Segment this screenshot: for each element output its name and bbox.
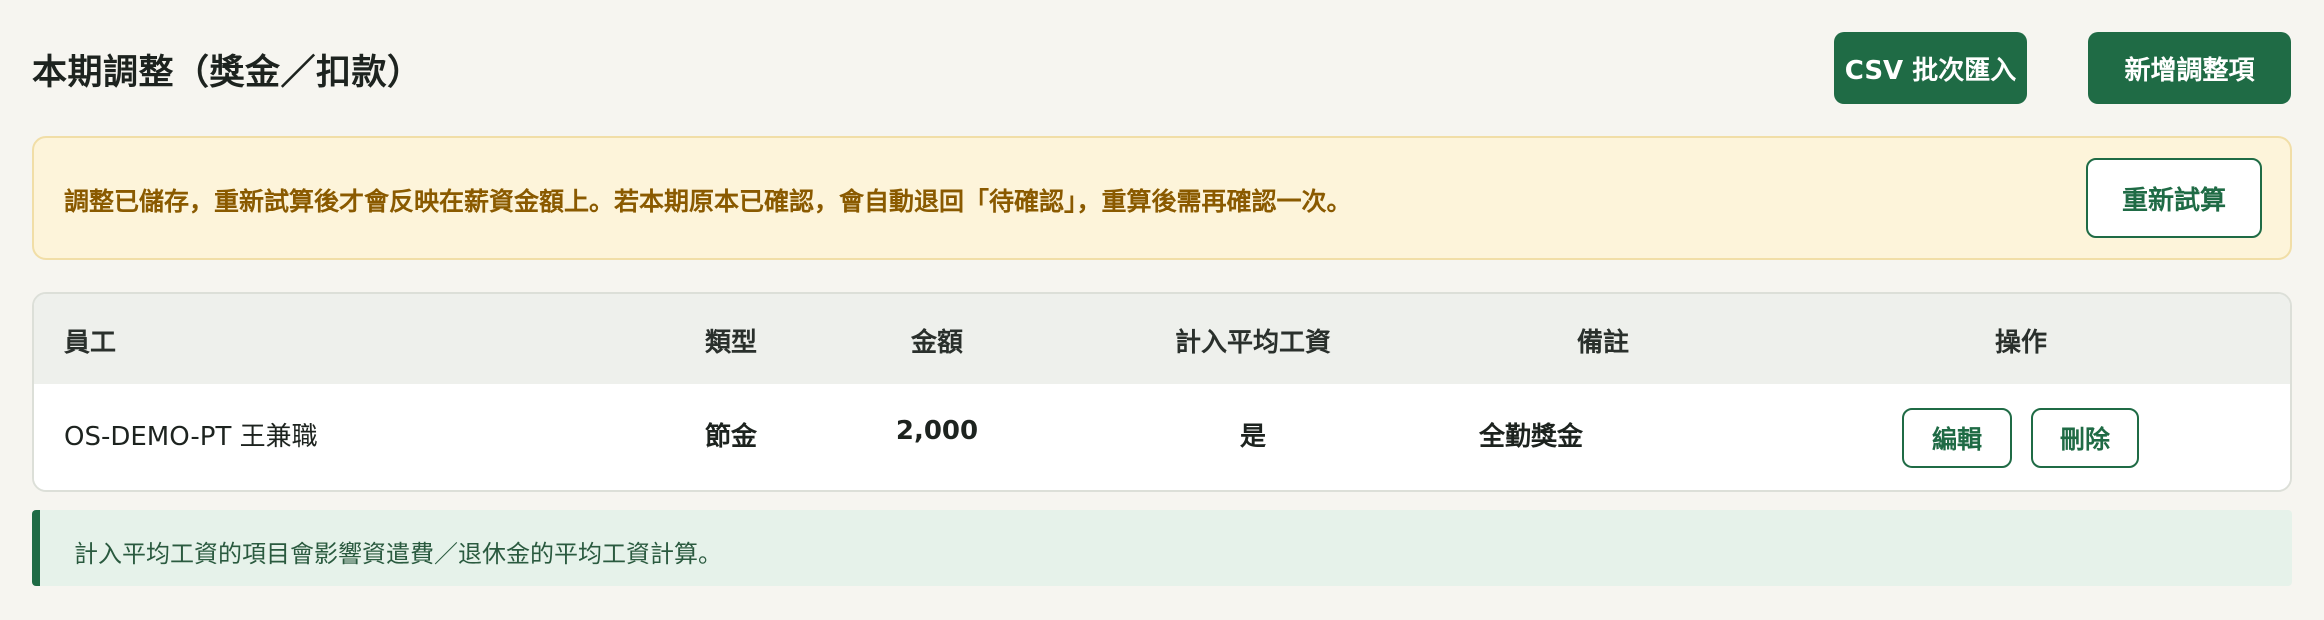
notice-message: 調整已儲存，重新試算後才會反映在薪資金額上。若本期原本已確認，會自動退回「待確認… — [64, 187, 1352, 216]
adjustments-page: 本期調整（獎金／扣款） CSV 批次匯入 新增調整項 調整已儲存，重新試算後才會… — [0, 0, 2324, 620]
amount-cell: 2,000 — [895, 416, 979, 446]
delete-button[interactable]: 刪除 — [2031, 408, 2139, 468]
employee-cell: OS-DEMO-PT 王兼職 — [64, 422, 318, 452]
table-header: 員工 類型 金額 計入平均工資 備註 操作 — [34, 294, 2290, 384]
csv-import-button[interactable]: CSV 批次匯入 — [1834, 32, 2027, 104]
note-cell: 全勤獎金 — [1478, 422, 1584, 452]
column-header-type: 類型 — [704, 328, 758, 358]
column-header-actions: 操作 — [1994, 328, 2048, 358]
in-avg-wage-cell: 是 — [1239, 422, 1267, 452]
column-header-in-avg-wage: 計入平均工資 — [1174, 328, 1332, 358]
column-header-amount: 金額 — [910, 328, 964, 358]
page-title: 本期調整（獎金／扣款） — [32, 53, 423, 93]
column-header-note: 備註 — [1576, 328, 1630, 358]
average-wage-info-note: 計入平均工資的項目會影響資遣費／退休金的平均工資計算。 — [32, 510, 2292, 586]
type-cell: 節金 — [704, 422, 758, 452]
table-row: OS-DEMO-PT 王兼職 節金 2,000 是 全勤獎金 編輯 刪除 — [34, 384, 2290, 490]
recalculate-button[interactable]: 重新試算 — [2086, 158, 2262, 238]
recalculate-notice: 調整已儲存，重新試算後才會反映在薪資金額上。若本期原本已確認，會自動退回「待確認… — [32, 136, 2292, 260]
info-message: 計入平均工資的項目會影響資遣費／退休金的平均工資計算。 — [74, 540, 722, 568]
add-adjustment-button[interactable]: 新增調整項 — [2088, 32, 2291, 104]
edit-button[interactable]: 編輯 — [1902, 408, 2012, 468]
column-header-employee: 員工 — [64, 328, 117, 358]
adjustments-table: 員工 類型 金額 計入平均工資 備註 操作 OS-DEMO-PT 王兼職 節金 … — [32, 292, 2292, 492]
